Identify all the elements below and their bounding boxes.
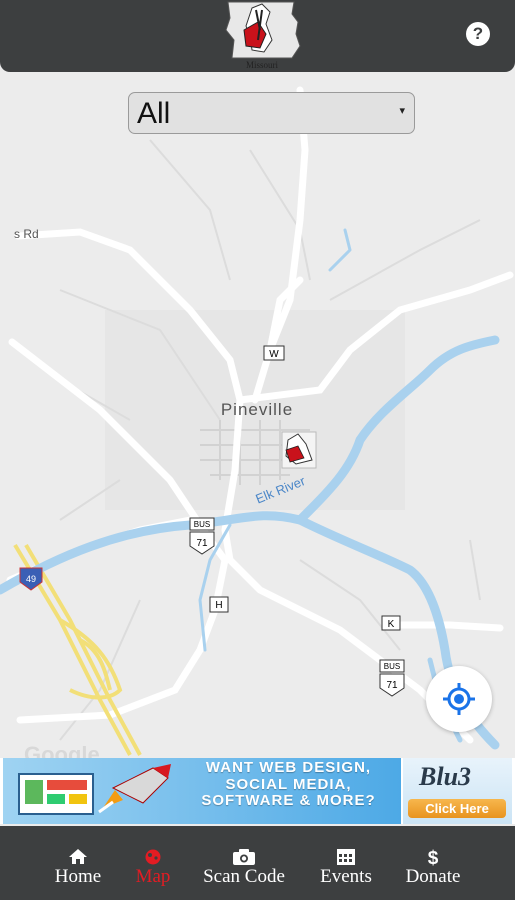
nav-label-donate: Donate [405, 866, 461, 887]
help-button[interactable]: ? [466, 22, 490, 46]
shield-h: H [215, 600, 222, 611]
us-route-1: 71 [196, 538, 208, 549]
nav-label-scan-code: Scan Code [203, 866, 285, 887]
ad-headline: WANT WEB DESIGN, SOCIAL MEDIA, SOFTWARE … [181, 759, 396, 810]
click-here-button[interactable]: Click Here [408, 799, 506, 818]
app-header: Missouri ? [0, 0, 515, 72]
crosshair-icon [443, 683, 475, 715]
nav-item-home[interactable]: Home [44, 826, 112, 900]
road-label: s Rd [14, 227, 39, 241]
brand-logo: Blu3 [419, 762, 472, 791]
map-pin-icon [145, 849, 161, 865]
camera-icon [233, 849, 255, 865]
nav-label-home: Home [54, 866, 102, 887]
chevron-down-icon: ▾ [399, 105, 405, 117]
bus-label-2: BUS [384, 662, 400, 671]
ad-line-2: SOCIAL MEDIA, [225, 775, 352, 793]
bottom-nav: Home Map Scan Code Events $ Donate [0, 826, 515, 900]
town-label: Pineville [221, 400, 293, 419]
nav-item-donate[interactable]: $ Donate [398, 826, 468, 900]
ad-line-3: SOFTWARE & MORE? [201, 792, 376, 809]
my-location-button[interactable] [426, 666, 492, 732]
ad-main-panel: WANT WEB DESIGN, SOCIAL MEDIA, SOFTWARE … [3, 758, 401, 824]
ad-line-1: WANT WEB DESIGN, [205, 759, 372, 776]
home-icon [69, 849, 87, 864]
svg-text:$: $ [428, 848, 439, 866]
nav-item-map[interactable]: Map [124, 826, 182, 900]
location-marker[interactable] [281, 431, 317, 469]
nav-label-map: Map [135, 866, 171, 887]
logo-caption: Missouri [245, 60, 278, 70]
shield-k: K [388, 619, 395, 630]
nav-label-events: Events [320, 866, 372, 887]
map-canvas: W H K BUS 71 BUS 71 49 s Rd Pineville El… [0, 86, 514, 756]
dollar-icon: $ [428, 848, 439, 866]
map-view[interactable]: W H K BUS 71 BUS 71 49 s Rd Pineville El… [0, 72, 515, 758]
category-select[interactable]: All ▾ [128, 92, 415, 134]
ad-illustration [18, 764, 171, 815]
nav-item-scan-code[interactable]: Scan Code [196, 826, 292, 900]
missouri-logo[interactable]: Missouri [222, 0, 302, 74]
ad-banner[interactable]: WANT WEB DESIGN, SOCIAL MEDIA, SOFTWARE … [0, 758, 515, 824]
calendar-icon [337, 849, 355, 865]
us-route-2: 71 [386, 680, 398, 691]
shield-w: W [269, 349, 279, 360]
select-value: All [137, 97, 171, 130]
ad-brand-panel: Blu3 Click Here [403, 758, 512, 824]
bus-label-1: BUS [194, 520, 210, 529]
nav-item-events[interactable]: Events [312, 826, 380, 900]
interstate-shield: 49 [26, 574, 36, 584]
